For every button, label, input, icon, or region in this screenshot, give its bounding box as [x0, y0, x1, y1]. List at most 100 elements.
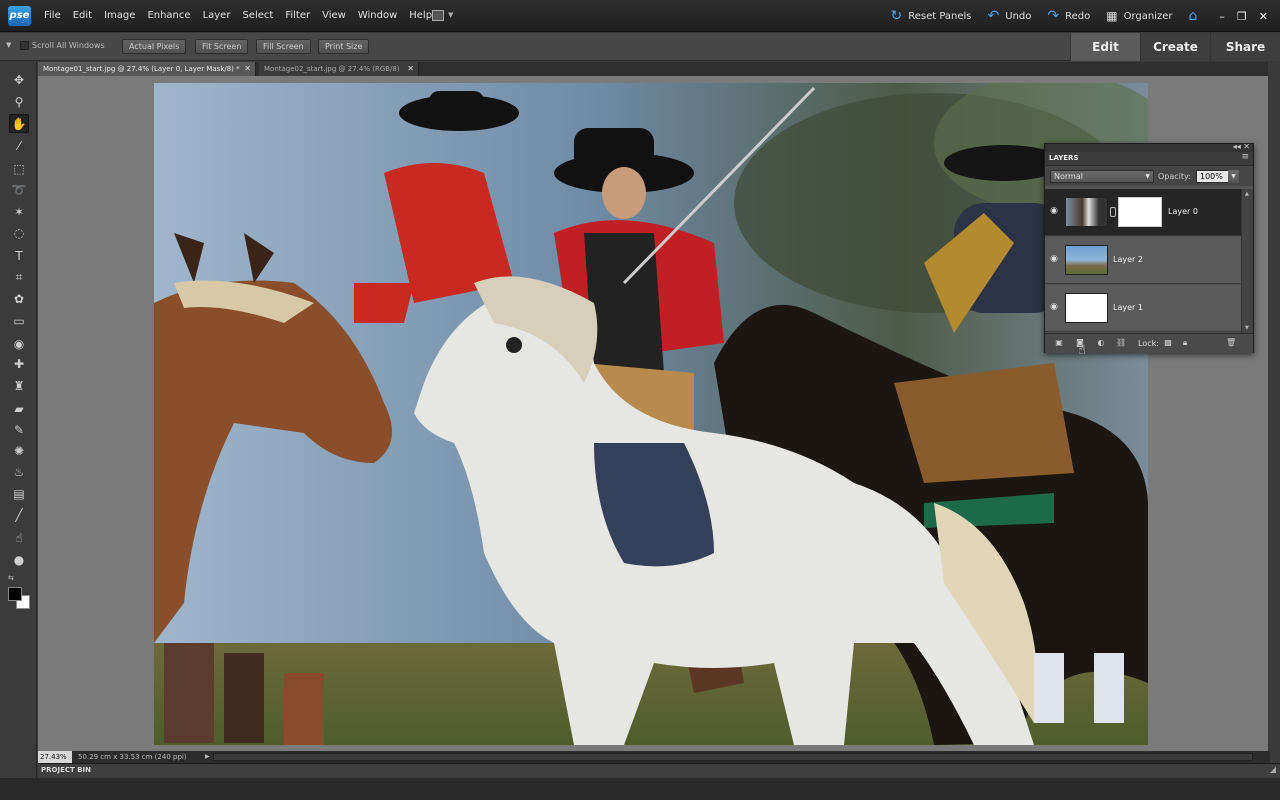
eraser-tool-icon[interactable]: ▰ [9, 399, 29, 418]
layers-panel-title: LAYERS [1049, 154, 1079, 162]
menu-enhance[interactable]: Enhance [141, 0, 196, 32]
menu-select[interactable]: Select [236, 0, 279, 32]
visibility-eye-icon[interactable]: ◉ [1048, 206, 1060, 218]
panel-header-strip: ◂◂ ✕ [1045, 142, 1253, 152]
fit-screen-button[interactable]: Fit Screen [195, 39, 249, 54]
menu-edit[interactable]: Edit [67, 0, 98, 32]
doc-tab-montage01[interactable]: Montage01_start.jpg @ 27.4% (Layer 0, La… [38, 62, 256, 76]
layer-list-scrollbar[interactable]: ▲ ▼ [1241, 189, 1253, 333]
tab-edit[interactable]: Edit [1070, 33, 1140, 61]
status-menu-arrow-icon[interactable]: ▶ [205, 751, 210, 763]
link-layers-icon[interactable]: ⛓ [1116, 338, 1126, 348]
magic-wand-tool-icon[interactable]: ✶ [9, 202, 29, 221]
restore-icon[interactable]: ❐ [1237, 10, 1247, 23]
taskbar-area [0, 778, 1280, 800]
lock-all-icon[interactable]: 🔒︎ [1180, 338, 1190, 348]
document-size: 50.29 cm x 33.53 cm (240 ppi) [78, 753, 187, 761]
visibility-eye-icon[interactable]: ◉ [1048, 254, 1060, 266]
menu-image[interactable]: Image [98, 0, 141, 32]
pencil-tool-icon[interactable]: ╱ [9, 505, 29, 524]
tab-create[interactable]: Create [1140, 33, 1210, 61]
menu-file[interactable]: File [38, 0, 67, 32]
lock-transparency-icon[interactable]: ▩ [1163, 338, 1173, 348]
red-eye-tool-icon[interactable]: ◉ [9, 334, 29, 353]
fill-screen-button[interactable]: Fill Screen [256, 39, 311, 54]
undo-button[interactable]: ↶ Undo [988, 8, 1032, 24]
menu-window[interactable]: Window [352, 0, 403, 32]
paint-bucket-tool-icon[interactable]: ♨ [9, 462, 29, 481]
foreground-color-swatch[interactable] [8, 587, 22, 601]
document-image[interactable] [154, 83, 1148, 745]
arrange-documents-button[interactable]: ▼ [432, 9, 456, 23]
print-size-button[interactable]: Print Size [318, 39, 370, 54]
organizer-button[interactable]: ▦ Organizer [1106, 9, 1172, 23]
scroll-up-icon[interactable]: ▲ [1245, 191, 1249, 197]
menu-layer[interactable]: Layer [197, 0, 237, 32]
close-tab-icon[interactable]: ✕ [407, 62, 414, 76]
layer-row[interactable]: ◉ Layer 0 [1045, 189, 1241, 236]
home-button[interactable]: ⌂ [1189, 8, 1204, 24]
blend-mode-select[interactable]: Normal ▼ [1050, 170, 1154, 183]
app-logo: pse [8, 6, 31, 26]
type-tool-icon[interactable]: T [9, 246, 29, 265]
layer-row[interactable]: ◉ Layer 1 [1045, 285, 1241, 332]
close-tab-icon[interactable]: ✕ [244, 62, 251, 76]
bin-resize-icon[interactable]: ◢ [1270, 765, 1276, 774]
tab-share[interactable]: Share [1210, 33, 1280, 61]
smudge-tool-icon[interactable]: ☝ [9, 528, 29, 547]
vertical-scrollbar[interactable] [1268, 62, 1280, 762]
opacity-label: Opacity: [1158, 172, 1191, 181]
gradient-tool-icon[interactable]: ▤ [9, 484, 29, 503]
project-bin[interactable]: PROJECT BIN ◢ [38, 763, 1280, 777]
eyedropper-tool-icon[interactable]: ⁄ [9, 136, 29, 155]
spot-healing-tool-icon[interactable]: ✚ [9, 354, 29, 373]
horizontal-scrollbar[interactable] [213, 753, 1253, 761]
blend-opacity-row: Normal ▼ Opacity: 100% ▼ [1045, 166, 1253, 186]
zoom-tool-icon[interactable]: ⚲ [9, 92, 29, 111]
smart-brush-tool-icon[interactable]: ✺ [9, 441, 29, 460]
clone-stamp-tool-icon[interactable]: ♜ [9, 376, 29, 395]
checkbox-box[interactable] [20, 41, 29, 50]
cookie-cutter-tool-icon[interactable]: ✿ [9, 289, 29, 308]
brush-tool-icon[interactable]: ✎ [9, 420, 29, 439]
zoom-field[interactable]: 27.43% [38, 751, 72, 763]
doc-tab-montage02[interactable]: Montage02_start.jpg @ 27.4% (RGB/8) ✕ [259, 62, 419, 76]
close-icon[interactable]: ✕ [1259, 10, 1268, 23]
hand-tool-icon[interactable]: ✋ [9, 114, 29, 133]
actual-pixels-button[interactable]: Actual Pixels [122, 39, 187, 54]
scroll-down-icon[interactable]: ▼ [1245, 325, 1249, 331]
panel-menu-icon[interactable]: ≡ [1241, 152, 1249, 162]
crop-tool-icon[interactable]: ⌗ [9, 268, 29, 287]
redo-button[interactable]: ↷ Redo [1047, 8, 1090, 24]
layer-mask-thumbnail[interactable] [1118, 197, 1162, 227]
options-chevron-icon[interactable]: ▼ [6, 41, 11, 49]
minimize-icon[interactable]: – [1219, 10, 1225, 23]
menu-view[interactable]: View [316, 0, 352, 32]
marquee-tool-icon[interactable]: ⬚ [9, 159, 29, 178]
layer-row[interactable]: ◉ Layer 2 [1045, 237, 1241, 284]
new-layer-icon[interactable]: ▣ [1054, 338, 1064, 348]
mouse-pointer-icon: ☝ [1078, 343, 1086, 358]
move-tool-icon[interactable]: ✥ [9, 70, 29, 89]
trash-icon[interactable]: 🗑︎ [1226, 338, 1236, 348]
opacity-field[interactable]: 100% ▼ [1196, 170, 1239, 183]
straighten-tool-icon[interactable]: ▭ [9, 311, 29, 330]
swap-colors-icon[interactable]: ⇆ [8, 574, 14, 582]
quick-selection-tool-icon[interactable]: ◌ [9, 223, 29, 242]
chevron-down-icon[interactable]: ▼ [1228, 170, 1239, 183]
adjustment-layer-icon[interactable]: ◐ [1096, 338, 1106, 348]
visibility-eye-icon[interactable]: ◉ [1048, 302, 1060, 314]
sponge-tool-icon[interactable]: ● [9, 550, 29, 569]
scroll-all-windows-checkbox[interactable]: Scroll All Windows [20, 41, 105, 50]
panel-collapse-close-icon[interactable]: ◂◂ ✕ [1233, 142, 1250, 151]
reset-panels-label: Reset Panels [908, 10, 972, 22]
layer-name: Layer 0 [1168, 207, 1198, 216]
menu-bar: pse File Edit Image Enhance Layer Select… [0, 0, 1280, 32]
chevron-down-icon: ▼ [448, 11, 454, 19]
lasso-tool-icon[interactable]: ➰ [9, 180, 29, 199]
reset-panels-button[interactable]: ↻ Reset Panels [890, 8, 971, 24]
menu-filter[interactable]: Filter [279, 0, 316, 32]
layers-panel-footer: ▣ ◙ ◐ ⛓ Lock: ▩ 🔒︎ 🗑︎ [1045, 333, 1253, 353]
mask-link-icon[interactable] [1110, 207, 1116, 217]
home-icon: ⌂ [1188, 8, 1198, 24]
